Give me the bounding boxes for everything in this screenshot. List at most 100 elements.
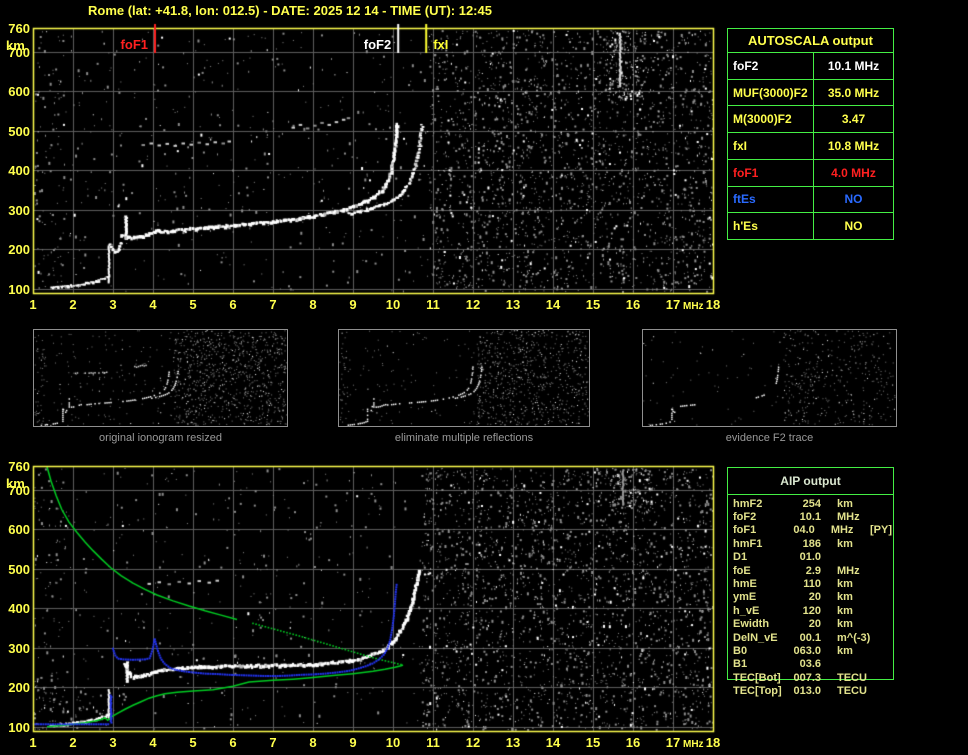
- aip-row-value: 2.9: [805, 564, 821, 577]
- x-tick-label-18: 18: [705, 297, 721, 312]
- aip-row-foF1: foF1 04.0 MHz [PY]: [727, 524, 892, 537]
- autoscala-row-value: 10.1 MHz: [827, 58, 880, 73]
- x-tick-label-11: 11: [426, 297, 440, 312]
- x-tick-label-1: 1: [29, 297, 37, 312]
- autoscala-window: Rome (lat: +41.8, lon: 012.5) - DATE: 20…: [0, 0, 968, 755]
- aip-row-unit: km: [837, 604, 853, 617]
- aip-row-label: ymE: [733, 591, 757, 604]
- x-tick-label-12: 12: [465, 297, 481, 312]
- axis-unit-mhz: MHz: [683, 301, 704, 312]
- aip-row-unit: km: [837, 537, 853, 550]
- y-tick-label-200: 200: [8, 242, 30, 258]
- autoscala-row-value: 3.47: [841, 112, 866, 127]
- marker-label-foF2: foF2: [363, 37, 392, 52]
- aip-row-label: foE: [733, 564, 751, 577]
- aip-row-unit: TECU: [837, 685, 867, 698]
- marker-label-fxI: fxI: [433, 37, 449, 52]
- aip-row-label: h_vE: [733, 604, 760, 617]
- aip-row-hmF2: hmF2 254 km: [727, 497, 892, 510]
- y-tick-label-500: 500: [8, 561, 30, 577]
- aip-row-value: 063.0: [793, 644, 821, 657]
- aip-row-label: D1: [733, 551, 748, 564]
- autoscala-row-foF2: foF2 10.1 MHz: [728, 53, 893, 80]
- aip-row-label: hmF1: [733, 537, 763, 550]
- aip-row-B0: B0 063.0 km: [727, 644, 892, 657]
- x-tick-label-6: 6: [229, 297, 237, 312]
- aip-row-label: hmE: [733, 578, 757, 591]
- thumbnail-original-ionogram: [33, 329, 288, 427]
- autoscala-output-table: AUTOSCALA output foF2 10.1 MHz MUF(3000)F2…: [727, 28, 894, 240]
- x-tick-label-16: 16: [625, 735, 641, 750]
- autoscala-row-label: foF1: [728, 159, 814, 186]
- aip-row-value: 00.1: [799, 631, 821, 644]
- x-tick-label-16: 16: [625, 297, 641, 312]
- x-tick-label-6: 6: [229, 735, 237, 750]
- x-tick-label-15: 15: [585, 735, 601, 750]
- autoscala-row-label: MUF(3000)F2: [728, 79, 814, 106]
- aip-row-label: TEC[Top]: [733, 685, 782, 698]
- x-tick-label-13: 13: [505, 735, 521, 750]
- autoscala-row-label: h'Es: [728, 213, 814, 240]
- autoscala-row-MUF(3000)F2: MUF(3000)F2 35.0 MHz: [728, 79, 893, 107]
- autoscala-row-value: 10.8 MHz: [827, 139, 880, 154]
- y-tick-label-600: 600: [8, 522, 30, 538]
- aip-row-value: 20: [808, 591, 821, 604]
- aip-row-label: B0: [733, 644, 748, 657]
- marker-label-foF1: foF1: [120, 37, 148, 52]
- y-tick-label-300: 300: [8, 202, 30, 218]
- autoscala-row-label: foF2: [728, 53, 814, 79]
- x-tick-label-3: 3: [109, 735, 117, 750]
- aip-row-extra: [PY]: [870, 524, 892, 537]
- x-tick-label-9: 9: [349, 297, 357, 312]
- aip-row-value: 013.0: [793, 685, 821, 698]
- aip-row-unit: MHz: [837, 564, 860, 577]
- aip-row-label: DelN_vE: [733, 631, 778, 644]
- aip-row-value: 254: [802, 497, 821, 510]
- aip-row-value: 20: [808, 618, 821, 631]
- x-tick-label-11: 11: [426, 735, 440, 750]
- aip-row-label: foF1: [733, 524, 757, 537]
- autoscala-row-value: 4.0 MHz: [831, 165, 876, 180]
- aip-row-label: hmF2: [733, 497, 763, 510]
- x-tick-label-7: 7: [269, 297, 277, 312]
- aip-row-unit: MHz: [837, 511, 860, 524]
- x-tick-label-3: 3: [109, 297, 117, 312]
- axis-unit-km: km: [6, 476, 25, 491]
- aip-row-hmF1: hmF1 186 km: [727, 537, 892, 550]
- x-tick-label-5: 5: [189, 297, 197, 312]
- y-tick-label-100: 100: [8, 720, 30, 736]
- y-tick-label-600: 600: [8, 84, 30, 100]
- x-tick-label-8: 8: [309, 297, 317, 312]
- y-tick-label-500: 500: [8, 123, 30, 139]
- autoscala-row-value: NO: [844, 192, 863, 207]
- axis-unit-km: km: [6, 38, 25, 53]
- aip-row-unit: km: [837, 591, 853, 604]
- autoscala-row-label: M(3000)F2: [728, 106, 814, 133]
- x-tick-label-14: 14: [545, 297, 561, 312]
- aip-row-DelN_vE: DelN_vE 00.1 m^(-3): [727, 631, 892, 644]
- thumbnail-evidence-f2-trace: [642, 329, 897, 427]
- aip-row-unit: km: [837, 644, 853, 657]
- x-tick-label-12: 12: [465, 735, 481, 750]
- x-tick-label-15: 15: [585, 297, 601, 312]
- autoscala-row-label: ftEs: [728, 186, 814, 213]
- x-tick-label-18: 18: [705, 735, 721, 750]
- x-tick-label-14: 14: [545, 735, 561, 750]
- autoscala-row-M(3000)F2: M(3000)F2 3.47: [728, 106, 893, 134]
- aip-row-Ewidth: Ewidth 20 km: [727, 618, 892, 631]
- aip-row-h_vE: h_vE 120 km: [727, 604, 892, 617]
- thumbnail-caption: original ionogram resized: [99, 432, 222, 444]
- x-tick-label-10: 10: [385, 735, 401, 750]
- aip-row-value: 186: [802, 537, 821, 550]
- y-tick-label-400: 400: [8, 163, 30, 179]
- x-tick-label-1: 1: [29, 735, 37, 750]
- aip-table-title: AIP output: [728, 468, 893, 495]
- x-tick-label-2: 2: [69, 297, 77, 312]
- x-tick-label-10: 10: [385, 297, 401, 312]
- aip-row-value: 10.1: [799, 511, 821, 524]
- autoscala-row-h'Es: h'Es NO: [728, 213, 893, 240]
- aip-row-value: 110: [803, 578, 821, 591]
- x-tick-label-4: 4: [149, 735, 157, 750]
- autoscala-table-title: AUTOSCALA output: [728, 29, 893, 53]
- aip-row-label: foF2: [733, 511, 757, 524]
